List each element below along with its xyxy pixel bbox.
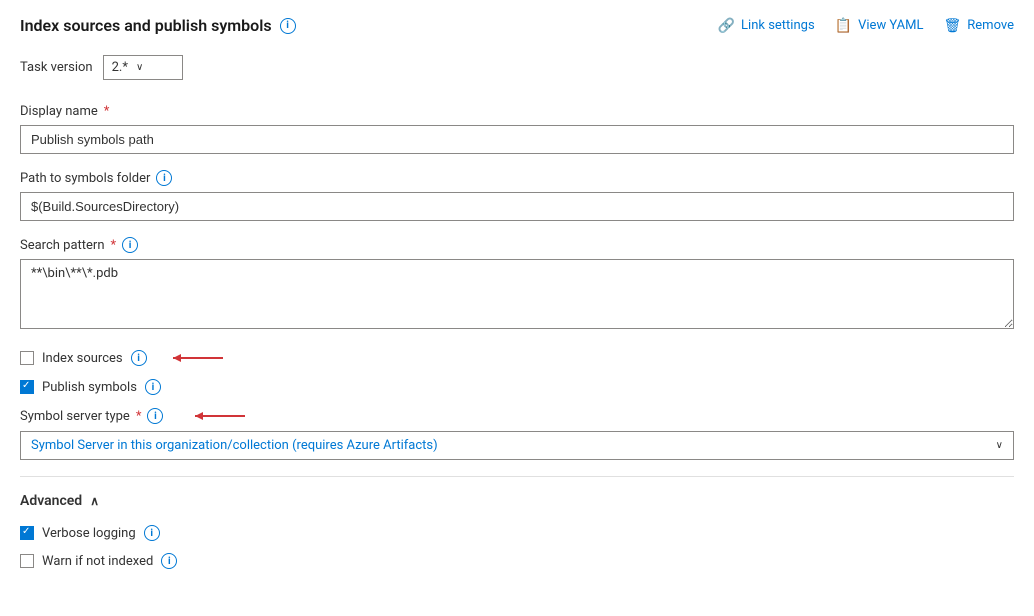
publish-symbols-checkbox[interactable] xyxy=(20,380,34,394)
header-actions: 🔗 Link settings 📋 View YAML 🗑 Remove xyxy=(718,18,1014,34)
view-yaml-button[interactable]: 📋 View YAML xyxy=(835,18,924,34)
publish-symbols-row: Publish symbols i xyxy=(20,379,1014,395)
advanced-header[interactable]: Advanced ∧ xyxy=(20,493,1014,509)
display-name-group: Display name * xyxy=(20,104,1014,154)
task-version-select[interactable]: 2.* ∨ xyxy=(103,55,183,80)
path-to-symbols-label: Path to symbols folder i xyxy=(20,170,1014,186)
search-pattern-required: * xyxy=(111,238,117,253)
page-title: Index sources and publish symbols xyxy=(20,16,272,35)
warn-not-indexed-checkbox[interactable] xyxy=(20,554,34,568)
advanced-section: Advanced ∧ Verbose logging i Warn if not… xyxy=(20,493,1014,569)
index-sources-label[interactable]: Index sources xyxy=(42,351,123,366)
symbol-server-type-value: Symbol Server in this organization/colle… xyxy=(31,438,438,453)
index-sources-checkbox[interactable] xyxy=(20,351,34,365)
trash-icon: 🗑 xyxy=(943,18,961,34)
index-sources-info-icon[interactable]: i xyxy=(131,350,147,366)
title-info-icon[interactable]: i xyxy=(280,18,296,34)
warn-not-indexed-info-icon[interactable]: i xyxy=(161,553,177,569)
warn-not-indexed-row: Warn if not indexed i xyxy=(20,553,1014,569)
link-settings-label: Link settings xyxy=(741,18,815,33)
index-sources-arrow xyxy=(163,349,233,367)
path-to-symbols-input[interactable] xyxy=(20,192,1014,221)
symbol-server-type-label: Symbol server type * i xyxy=(20,407,1014,425)
symbol-server-type-dropdown[interactable]: Symbol Server in this organization/colle… xyxy=(20,431,1014,460)
display-name-required: * xyxy=(104,104,110,119)
header: Index sources and publish symbols i 🔗 Li… xyxy=(20,16,1014,35)
symbol-server-info-icon[interactable]: i xyxy=(147,408,163,424)
remove-label: Remove xyxy=(967,18,1014,33)
remove-button[interactable]: 🗑 Remove xyxy=(943,18,1014,34)
path-info-icon[interactable]: i xyxy=(156,170,172,186)
verbose-logging-label[interactable]: Verbose logging xyxy=(42,526,136,541)
verbose-logging-checkbox[interactable] xyxy=(20,526,34,540)
search-pattern-group: Search pattern * i xyxy=(20,237,1014,333)
link-icon: 🔗 xyxy=(718,18,735,34)
yaml-icon: 📋 xyxy=(835,18,852,34)
arrow-indicator-svg xyxy=(163,349,233,367)
symbol-server-type-group: Symbol server type * i Symbol Server in … xyxy=(20,407,1014,460)
search-pattern-info-icon[interactable]: i xyxy=(122,237,138,253)
header-left: Index sources and publish symbols i xyxy=(20,16,296,35)
verbose-logging-info-icon[interactable]: i xyxy=(144,525,160,541)
display-name-input[interactable] xyxy=(20,125,1014,154)
search-pattern-label: Search pattern * i xyxy=(20,237,1014,253)
path-to-symbols-group: Path to symbols folder i xyxy=(20,170,1014,221)
search-pattern-textarea[interactable] xyxy=(20,259,1014,329)
task-version-label: Task version xyxy=(20,60,93,75)
warn-not-indexed-label[interactable]: Warn if not indexed xyxy=(42,554,153,569)
advanced-divider xyxy=(20,476,1014,477)
symbol-server-arrow-svg xyxy=(185,407,255,425)
publish-symbols-label[interactable]: Publish symbols xyxy=(42,380,137,395)
publish-symbols-info-icon[interactable]: i xyxy=(145,379,161,395)
symbol-server-required: * xyxy=(136,409,142,424)
chevron-down-icon: ∨ xyxy=(136,62,143,73)
advanced-chevron-up-icon: ∧ xyxy=(90,494,99,508)
view-yaml-label: View YAML xyxy=(858,18,923,33)
task-version-row: Task version 2.* ∨ xyxy=(20,55,1014,80)
display-name-label: Display name * xyxy=(20,104,1014,119)
symbol-server-arrow xyxy=(185,407,255,425)
verbose-logging-row: Verbose logging i xyxy=(20,525,1014,541)
link-settings-button[interactable]: 🔗 Link settings xyxy=(718,18,815,34)
dropdown-chevron-icon: ∨ xyxy=(996,440,1003,451)
task-version-value: 2.* xyxy=(112,60,128,75)
page-container: Index sources and publish symbols i 🔗 Li… xyxy=(0,0,1034,597)
index-sources-row: Index sources i xyxy=(20,349,1014,367)
advanced-label: Advanced xyxy=(20,493,82,509)
